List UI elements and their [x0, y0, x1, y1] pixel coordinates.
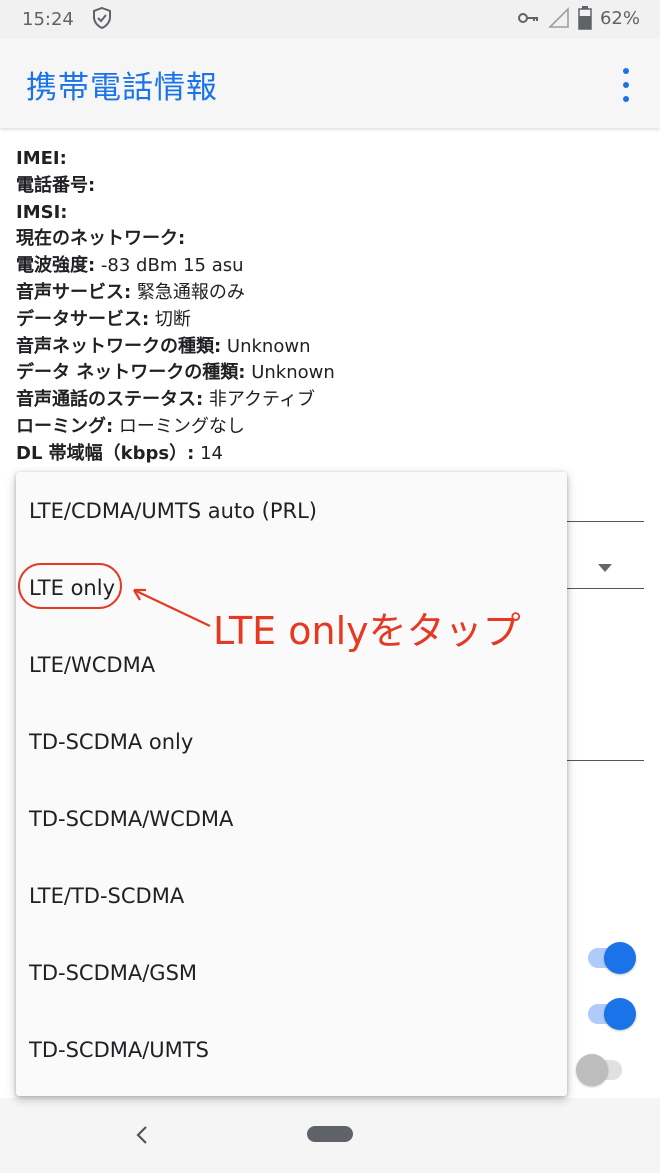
shield-check-icon — [93, 6, 111, 30]
status-time: 15:24 — [22, 9, 74, 30]
dropdown-option[interactable]: LTE/TD-SCDMA — [29, 884, 184, 908]
info-value: Unknown — [245, 362, 335, 384]
bg-field-underline — [567, 521, 644, 522]
info-key: 音声通話のステータス: — [16, 389, 204, 411]
info-row: ローミング: ローミングなし — [16, 414, 335, 441]
info-value: 緊急通報のみ — [131, 281, 245, 303]
info-row: IMEI: — [16, 146, 335, 173]
info-key: データ ネットワークの種類: — [16, 362, 246, 384]
info-row: 音声サービス: 緊急通報のみ — [16, 280, 335, 307]
info-key: 音声サービス: — [16, 281, 132, 303]
back-icon[interactable] — [134, 1125, 150, 1145]
info-key: IMSI: — [16, 201, 68, 223]
annotation-highlight-circle — [18, 563, 122, 609]
info-key: ローミング: — [16, 415, 114, 437]
app-bar: 携帯電話情報 — [0, 38, 660, 128]
info-value: ローミングなし — [113, 415, 245, 437]
info-value: 非アクティブ — [203, 389, 315, 411]
info-key: 音声ネットワークの種類: — [16, 335, 222, 357]
info-key: 現在のネットワーク: — [16, 228, 186, 250]
info-key: DL 帯域幅（kbps）: — [16, 442, 195, 464]
dropdown-option[interactable]: TD-SCDMA only — [29, 730, 193, 754]
info-row: データ ネットワークの種類: Unknown — [16, 360, 335, 387]
info-row: 音声通話のステータス: 非アクティブ — [16, 387, 335, 414]
info-value: -83 dBm 15 asu — [95, 255, 244, 277]
more-vert-icon[interactable] — [618, 68, 634, 102]
page-title: 携帯電話情報 — [26, 70, 218, 106]
toggle-switch-1[interactable] — [588, 942, 636, 974]
dropdown-option[interactable]: TD-SCDMA/GSM — [29, 961, 197, 985]
info-row: 音声ネットワークの種類: Unknown — [16, 334, 335, 361]
annotation-arrow-icon — [133, 588, 211, 627]
info-key: 電波強度: — [16, 255, 96, 277]
status-bar: 15:24 62% — [0, 0, 660, 38]
home-pill-button[interactable] — [307, 1126, 353, 1142]
cellular-signal-icon — [548, 7, 569, 28]
bg-spinner-underline — [567, 588, 644, 589]
info-key: 電話番号: — [16, 174, 96, 196]
info-key: データサービス: — [16, 308, 150, 330]
phone-info-list: IMEI: 電話番号: IMSI: 現在のネットワーク: 電波強度: -83 dBm 1… — [16, 146, 335, 468]
info-row: 電波強度: -83 dBm 15 asu — [16, 253, 335, 280]
info-row: 電話番号: — [16, 173, 335, 200]
battery-percent: 62% — [599, 7, 640, 29]
battery-icon — [578, 6, 592, 30]
status-icons: 62% — [516, 6, 640, 30]
info-row: データサービス: 切断 — [16, 307, 335, 334]
spinner-caret-icon[interactable] — [598, 564, 612, 572]
info-key: IMEI: — [16, 148, 67, 169]
dropdown-option[interactable]: LTE/CDMA/UMTS auto (PRL) — [29, 499, 317, 523]
toggle-switch-3[interactable] — [576, 1054, 622, 1086]
info-row: IMSI: — [16, 200, 335, 227]
info-value: Unknown — [221, 335, 311, 357]
toggle-switch-2[interactable] — [588, 998, 636, 1030]
info-row: 現在のネットワーク: — [16, 226, 335, 253]
dropdown-option[interactable]: TD-SCDMA/UMTS — [29, 1038, 209, 1062]
info-value: 14 — [194, 442, 223, 464]
info-row: DL 帯域幅（kbps）: 14 — [16, 441, 335, 468]
dropdown-option[interactable]: TD-SCDMA/WCDMA — [29, 807, 233, 831]
vpn-key-icon — [517, 13, 538, 23]
info-value: 切断 — [149, 308, 191, 330]
dropdown-option[interactable]: LTE/WCDMA — [29, 653, 155, 677]
bg-field-underline-2 — [567, 760, 644, 761]
annotation-text: LTE onlyをタップ — [213, 609, 521, 653]
